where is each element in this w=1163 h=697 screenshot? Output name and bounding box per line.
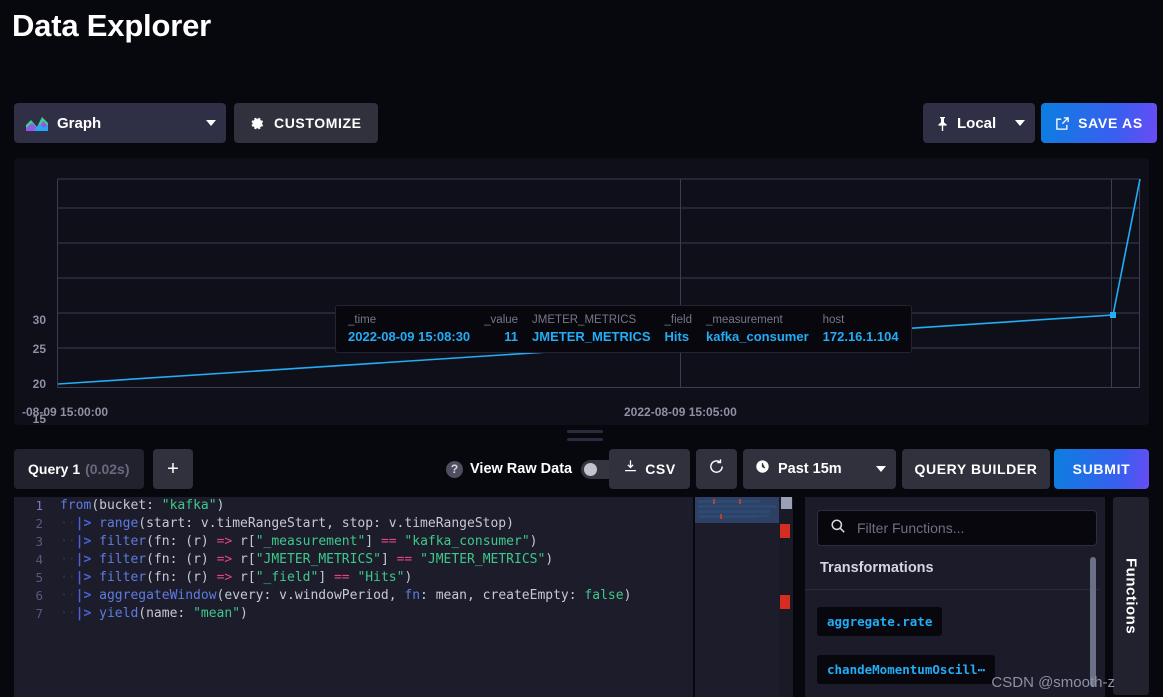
time-range-label: Past 15m (778, 461, 876, 477)
tooltip-column-host: host 172.16.1.104 (823, 312, 899, 346)
editor-scrollbar[interactable] (779, 497, 793, 697)
tooltip-column-value: _value 11 (484, 312, 518, 346)
customize-button-label: CUSTOMIZE (274, 115, 362, 131)
section-divider (805, 589, 1100, 590)
flux-query-editor[interactable]: 1 2 3 4 5 6 7 from(bucket: "kafka") ··|>… (14, 497, 693, 697)
code-line: ··|> filter(fn: (r) => r["_measurement"]… (60, 533, 693, 551)
csv-label: CSV (645, 461, 676, 477)
search-icon (830, 518, 846, 539)
query-tab-duration: (0.02s) (85, 461, 129, 477)
tooltip-value: JMETER_METRICS (532, 329, 650, 344)
functions-scrollbar[interactable] (1090, 557, 1096, 687)
scrollbar-thumb[interactable] (781, 497, 792, 509)
resize-bar (567, 430, 603, 433)
resize-bar (567, 438, 603, 441)
refresh-icon (708, 458, 725, 480)
line-number: 7 (14, 605, 52, 623)
query-tab-label: Query 1 (28, 461, 80, 477)
clock-icon (755, 459, 770, 479)
y-axis-tick: 25 (16, 342, 46, 356)
code-line: ··|> yield(name: "mean") (60, 605, 693, 623)
save-as-button[interactable]: SAVE AS (1041, 103, 1157, 143)
tooltip-value: 11 (504, 329, 518, 344)
line-number: 2 (14, 515, 52, 533)
filter-functions-placeholder: Filter Functions... (857, 520, 964, 536)
code-line: ··|> range(start: v.timeRangeStart, stop… (60, 515, 693, 533)
chevron-down-icon (1015, 120, 1025, 126)
tooltip-value: 172.16.1.104 (823, 329, 899, 344)
tooltip-value: Hits (665, 329, 693, 344)
tooltip-column-field: _field Hits (665, 312, 693, 346)
scrollbar-error-marker (780, 524, 790, 538)
functions-side-tab-label: Functions (1123, 558, 1140, 634)
y-axis-tick: 30 (16, 313, 46, 327)
tooltip-header: _measurement (706, 314, 809, 326)
line-chart-plot (14, 158, 1149, 425)
scope-label: Local (957, 115, 1015, 132)
tooltip-header: _time (348, 314, 470, 326)
functions-panel: Filter Functions... Transformations aggr… (805, 497, 1105, 697)
page-title: Data Explorer (12, 8, 211, 44)
line-number: 6 (14, 587, 52, 605)
editor-code-area[interactable]: from(bucket: "kafka") ··|> range(start: … (60, 497, 693, 623)
line-number: 1 (14, 497, 52, 515)
submit-button[interactable]: SUBMIT (1054, 449, 1149, 489)
visualization-type-dropdown[interactable]: Graph (14, 103, 226, 143)
question-icon[interactable]: ? (446, 461, 463, 478)
chevron-down-icon (206, 120, 216, 126)
save-as-label: SAVE AS (1078, 115, 1143, 131)
tooltip-header: host (823, 314, 899, 326)
x-axis-tick: -08-09 15:00:00 (22, 405, 108, 419)
query-toolbar: Query 1 (0.02s) + ? View Raw Data CSV (0, 449, 1163, 489)
chevron-down-icon (876, 466, 886, 472)
chart-hover-tooltip: _time 2022-08-09 15:08:30 _value 11 JMET… (335, 305, 912, 353)
functions-section-title: Transformations (820, 560, 934, 576)
code-line: ··|> filter(fn: (r) => r["_field"] == "H… (60, 569, 693, 587)
tooltip-column-measurement: _measurement kafka_consumer (706, 312, 809, 346)
function-item[interactable]: chandeMomentumOscill⋯ (817, 655, 995, 684)
tooltip-value: kafka_consumer (706, 329, 809, 344)
query-tab-1[interactable]: Query 1 (0.02s) (14, 449, 144, 489)
tooltip-header: JMETER_METRICS (532, 314, 650, 326)
view-raw-data-toggle[interactable]: ? View Raw Data (446, 449, 617, 489)
functions-side-tab[interactable]: Functions (1113, 497, 1149, 695)
graph-panel[interactable]: 30 25 20 15 10 5 -08-09 15:00:00 2022-08… (14, 158, 1149, 425)
external-link-icon (1055, 116, 1070, 131)
scope-dropdown[interactable]: Local (923, 103, 1035, 143)
view-raw-data-label: View Raw Data (470, 461, 572, 477)
filter-functions-input[interactable]: Filter Functions... (817, 510, 1097, 546)
query-builder-button[interactable]: QUERY BUILDER (902, 449, 1050, 489)
tooltip-value: 2022-08-09 15:08:30 (348, 329, 470, 344)
line-number: 4 (14, 551, 52, 569)
watermark: CSDN @smooth-z (991, 674, 1115, 691)
scrollbar-error-marker (780, 595, 790, 609)
csv-download-button[interactable]: CSV (609, 449, 690, 489)
add-query-button[interactable]: + (153, 449, 193, 489)
gear-icon (250, 116, 265, 131)
tooltip-column-time: _time 2022-08-09 15:08:30 (348, 312, 470, 346)
panel-resize-handle[interactable] (567, 430, 603, 441)
pin-icon (936, 116, 949, 131)
refresh-button[interactable] (696, 449, 737, 489)
download-icon (623, 459, 638, 479)
y-axis-tick: 20 (16, 377, 46, 391)
area-chart-icon (26, 116, 48, 131)
tooltip-header: _value (484, 314, 518, 326)
editor-line-number-gutter: 1 2 3 4 5 6 7 (14, 497, 52, 697)
visualization-toolbar: Graph CUSTOMIZE Local SAVE AS (0, 103, 1163, 143)
code-line: ··|> aggregateWindow(every: v.windowPeri… (60, 587, 693, 605)
time-range-dropdown[interactable]: Past 15m (743, 449, 896, 489)
code-line: from(bucket: "kafka") (60, 497, 693, 515)
query-builder-label: QUERY BUILDER (915, 461, 1038, 477)
tooltip-header: _field (665, 314, 693, 326)
line-number: 5 (14, 569, 52, 587)
customize-button[interactable]: CUSTOMIZE (234, 103, 378, 143)
x-axis-tick: 2022-08-09 15:05:00 (624, 405, 737, 419)
function-item[interactable]: aggregate.rate (817, 607, 942, 636)
code-line: ··|> filter(fn: (r) => r["JMETER_METRICS… (60, 551, 693, 569)
line-number: 3 (14, 533, 52, 551)
visualization-type-label: Graph (57, 115, 206, 132)
tooltip-column-jmeter-metrics: JMETER_METRICS JMETER_METRICS (532, 312, 650, 346)
submit-label: SUBMIT (1073, 461, 1131, 477)
